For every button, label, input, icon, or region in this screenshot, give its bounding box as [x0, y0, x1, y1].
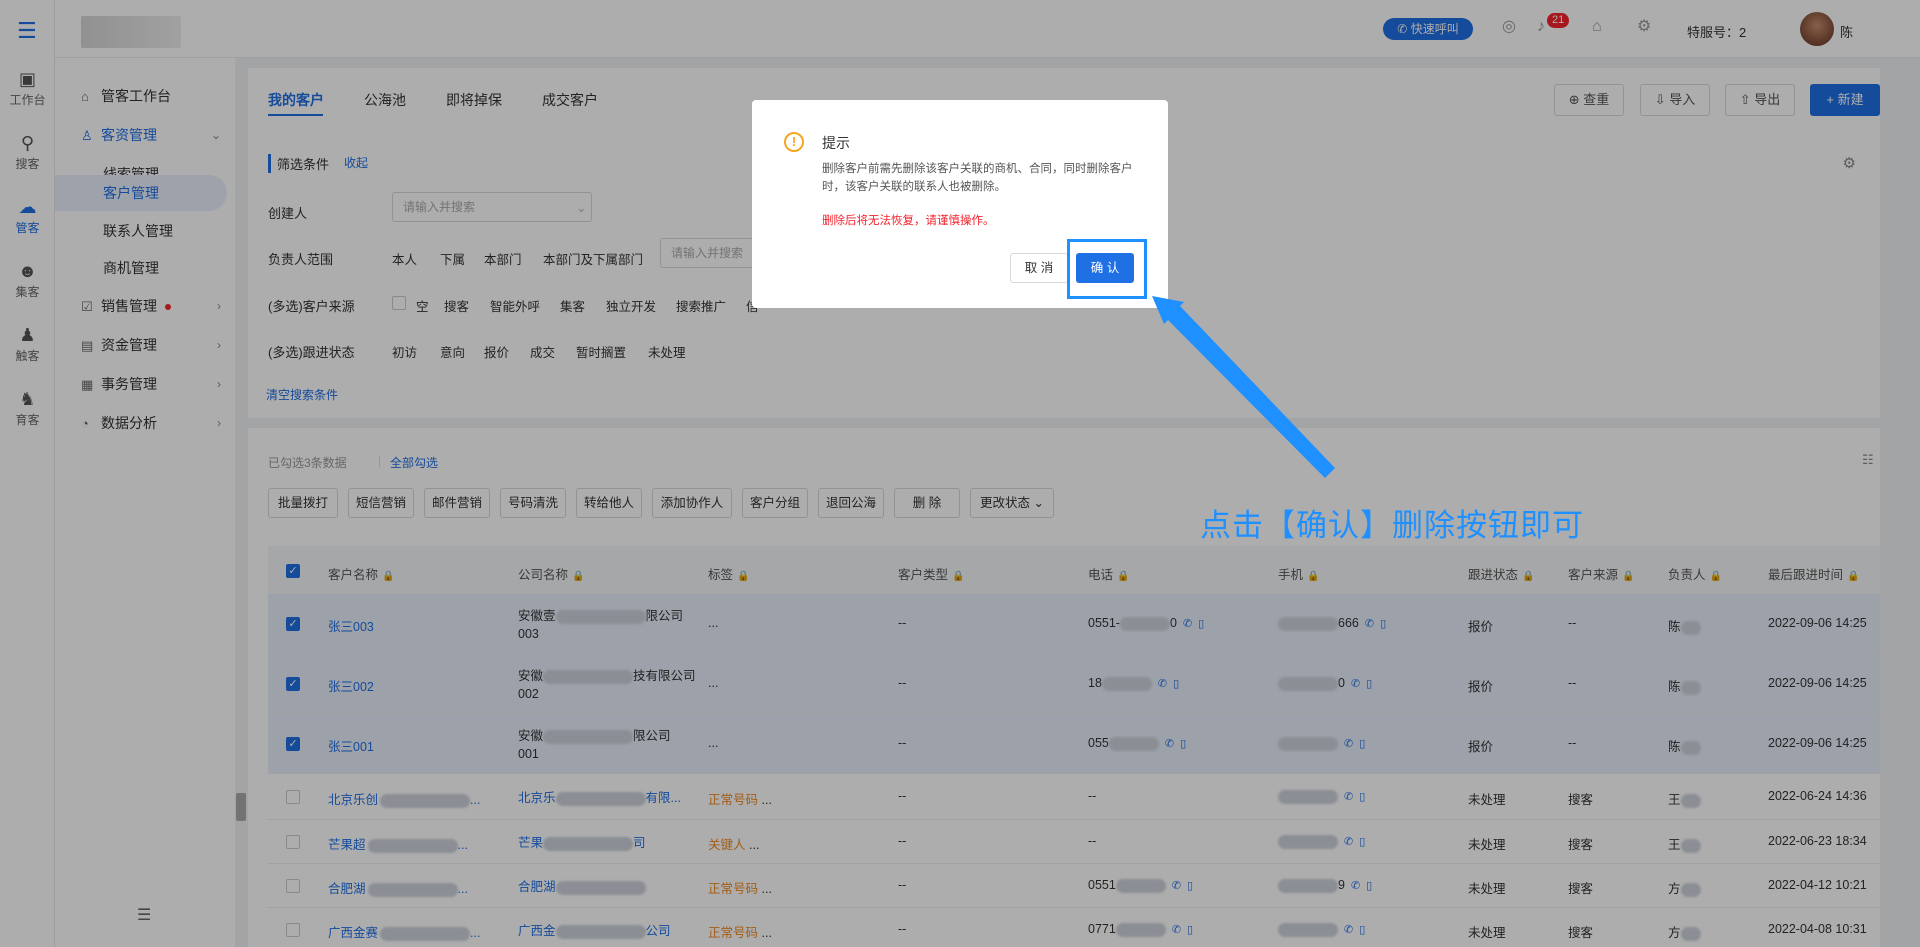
confirm-highlight-box [1067, 239, 1147, 299]
warning-icon: ! [784, 132, 804, 152]
cancel-button[interactable]: 取 消 [1010, 253, 1068, 283]
dialog-message: 删除客户前需先删除该客户关联的商机、合同，同时删除客户时，该客户关联的联系人也被… [822, 163, 1133, 193]
annotation-text: 点击【确认】删除按钮即可 [1200, 508, 1584, 543]
dialog-warning: 删除后将无法恢复，请谨慎操作。 [822, 215, 995, 227]
dialog-title: 提示 [822, 135, 850, 151]
